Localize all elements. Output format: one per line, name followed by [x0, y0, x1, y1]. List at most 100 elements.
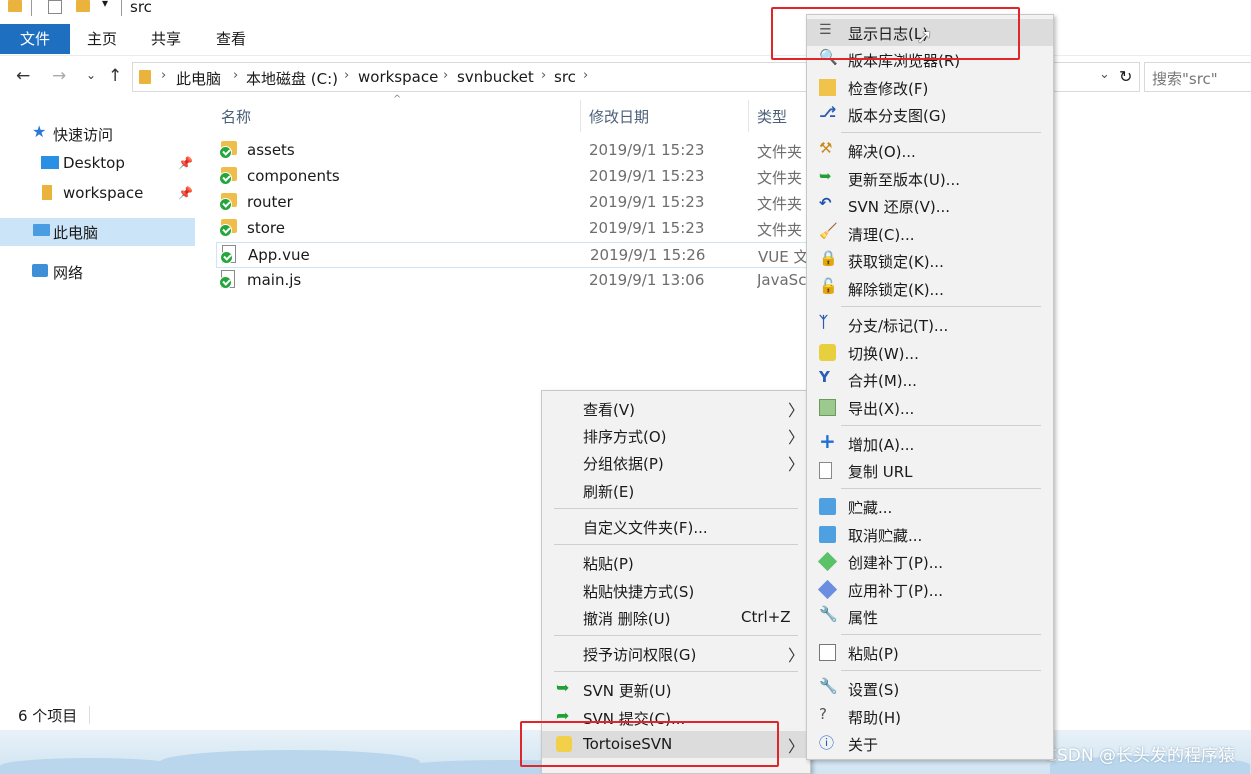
- chevron-right-icon: 〉: [788, 428, 805, 447]
- search-input[interactable]: 搜索"src": [1144, 62, 1251, 92]
- menu-item-refresh[interactable]: 刷新(E): [542, 477, 810, 504]
- sidebar-item-network[interactable]: 网络: [0, 258, 195, 286]
- menu-item-switch[interactable]: 切换(W)...: [807, 339, 1053, 366]
- file-row-store[interactable]: store 2019/9/1 15:23 文件夹: [216, 216, 816, 242]
- menu-item-label: 创建补丁(P)...: [848, 554, 944, 572]
- back-arrow-icon[interactable]: ←: [16, 66, 30, 86]
- menu-item-label: 属性: [848, 609, 879, 627]
- menu-item-label: 贮藏...: [848, 499, 893, 517]
- menu-item-view[interactable]: 查看(V) 〉: [542, 395, 810, 422]
- menu-item-unshelve[interactable]: 取消贮藏...: [807, 521, 1053, 548]
- menu-item-cleanup[interactable]: 🧹 清理(C)...: [807, 220, 1053, 247]
- menu-item-paste[interactable]: 粘贴(P): [807, 639, 1053, 666]
- column-header-name[interactable]: 名称: [221, 106, 251, 127]
- recent-locations-icon[interactable]: ⌄: [86, 68, 96, 82]
- forward-arrow-icon[interactable]: →: [52, 66, 66, 86]
- chevron-down-icon[interactable]: ▾: [102, 0, 108, 10]
- chevron-right-icon[interactable]: ›: [344, 68, 349, 83]
- pin-icon[interactable]: 📌: [178, 186, 193, 200]
- breadcrumb-this-pc[interactable]: 此电脑: [176, 68, 221, 89]
- properties-checkbox-icon[interactable]: [48, 0, 62, 14]
- svn-update-icon: ➥: [556, 678, 570, 697]
- menu-item-release-lock[interactable]: 🔓 解除锁定(K)...: [807, 275, 1053, 302]
- file-row-main-js[interactable]: main.js 2019/9/1 13:06 JavaSc: [216, 268, 816, 294]
- file-row-router[interactable]: router 2019/9/1 15:23 文件夹: [216, 190, 816, 216]
- menu-item-apply-patch[interactable]: 应用补丁(P)...: [807, 576, 1053, 603]
- column-divider[interactable]: [580, 100, 581, 132]
- menu-separator: [554, 635, 798, 636]
- folder-icon: [139, 70, 151, 84]
- menu-item-undo-delete[interactable]: 撤消 删除(U) Ctrl+Z: [542, 604, 810, 631]
- breadcrumb-svnbucket[interactable]: svnbucket: [457, 68, 534, 86]
- switch-icon: [819, 344, 836, 361]
- navigation-pane: ★ 快速访问 Desktop 📌 workspace 📌 此电脑 网络: [0, 100, 200, 700]
- menu-item-resolve[interactable]: ⚒ 解决(O)...: [807, 137, 1053, 164]
- menu-item-create-patch[interactable]: 创建补丁(P)...: [807, 548, 1053, 575]
- menu-item-shelve[interactable]: 贮藏...: [807, 493, 1053, 520]
- file-row-assets[interactable]: assets 2019/9/1 15:23 文件夹: [216, 138, 816, 164]
- menu-item-revert[interactable]: ↶ SVN 还原(V)...: [807, 192, 1053, 219]
- chevron-right-icon[interactable]: ›: [233, 68, 238, 83]
- address-dropdown-icon[interactable]: ⌄: [1099, 67, 1110, 82]
- breadcrumb-local-disk[interactable]: 本地磁盘 (C:): [246, 68, 338, 89]
- menu-item-paste[interactable]: 粘贴(P): [542, 549, 810, 576]
- chevron-right-icon[interactable]: ›: [161, 68, 166, 83]
- menu-item-svn-update[interactable]: ➥ SVN 更新(U): [542, 676, 810, 703]
- pin-icon[interactable]: 📌: [178, 156, 193, 170]
- menu-item-export[interactable]: 导出(X)...: [807, 394, 1053, 421]
- sidebar-item-desktop[interactable]: Desktop 📌: [0, 150, 195, 178]
- menu-item-help[interactable]: ? 帮助(H): [807, 703, 1053, 730]
- menu-item-label: 应用补丁(P)...: [848, 582, 944, 600]
- chevron-right-icon[interactable]: ›: [583, 68, 588, 83]
- menu-item-label: 撤消 删除(U): [583, 610, 671, 628]
- menu-item-check-modifications[interactable]: 检查修改(F): [807, 74, 1053, 101]
- chevron-right-icon[interactable]: ›: [443, 68, 448, 83]
- sidebar-item-label: 此电脑: [53, 224, 99, 242]
- menu-item-paste-shortcut[interactable]: 粘贴快捷方式(S): [542, 577, 810, 604]
- folder-icon: [8, 0, 22, 12]
- menu-item-revision-graph[interactable]: ⎇ 版本分支图(G): [807, 101, 1053, 128]
- refresh-icon[interactable]: ↻: [1119, 67, 1132, 86]
- sidebar-item-this-pc[interactable]: 此电脑: [0, 218, 195, 246]
- menu-item-label: 解除锁定(K)...: [848, 281, 944, 299]
- svn-commit-icon: ➦: [556, 706, 570, 725]
- tab-home[interactable]: 主页: [80, 24, 124, 54]
- new-folder-icon[interactable]: [76, 0, 90, 12]
- column-header-type[interactable]: 类型: [757, 106, 787, 127]
- tab-share[interactable]: 共享: [144, 24, 188, 54]
- lock-icon: 🔒: [819, 249, 838, 267]
- cloud-decoration: [160, 750, 420, 774]
- menu-item-label: 增加(A)...: [848, 436, 915, 454]
- chevron-right-icon[interactable]: ›: [541, 68, 546, 83]
- menu-item-add[interactable]: + 增加(A)...: [807, 429, 1053, 457]
- menu-item-about[interactable]: ⓘ 关于: [807, 730, 1053, 757]
- up-arrow-icon[interactable]: ↑: [108, 66, 122, 86]
- file-row-app-vue[interactable]: App.vue 2019/9/1 15:26 VUE 文: [216, 242, 816, 268]
- svn-normal-overlay-icon: [219, 172, 232, 185]
- menu-item-copy-url[interactable]: 复制 URL: [807, 457, 1053, 484]
- menu-item-properties[interactable]: 🔧 属性: [807, 603, 1053, 630]
- tab-file[interactable]: 文件: [0, 24, 70, 54]
- file-type: 文件夹: [757, 143, 803, 161]
- sidebar-item-workspace[interactable]: workspace 📌: [0, 180, 195, 208]
- menu-item-label: 排序方式(O): [583, 428, 667, 446]
- menu-item-give-access[interactable]: 授予访问权限(G) 〉: [542, 640, 810, 667]
- menu-item-branch-tag[interactable]: ᛉ 分支/标记(T)...: [807, 311, 1053, 338]
- menu-item-customize-folder[interactable]: 自定义文件夹(F)...: [542, 513, 810, 540]
- menu-item-group-by[interactable]: 分组依据(P) 〉: [542, 449, 810, 476]
- menu-item-update-to-revision[interactable]: ➥ 更新至版本(U)...: [807, 165, 1053, 192]
- menu-item-label: 帮助(H): [848, 709, 901, 727]
- column-divider[interactable]: [748, 100, 749, 132]
- tab-view[interactable]: 查看: [209, 24, 253, 54]
- menu-item-sort-by[interactable]: 排序方式(O) 〉: [542, 422, 810, 449]
- menu-item-label: 自定义文件夹(F)...: [583, 519, 708, 537]
- file-row-components[interactable]: components 2019/9/1 15:23 文件夹: [216, 164, 816, 190]
- sidebar-item-quick-access[interactable]: ★ 快速访问: [0, 120, 195, 148]
- file-date: 2019/9/1 15:23: [589, 167, 705, 185]
- menu-item-get-lock[interactable]: 🔒 获取锁定(K)...: [807, 247, 1053, 274]
- menu-item-merge[interactable]: Y 合并(M)...: [807, 366, 1053, 393]
- column-header-date[interactable]: 修改日期: [589, 106, 649, 127]
- menu-item-settings[interactable]: 🔧 设置(S): [807, 675, 1053, 702]
- breadcrumb-workspace[interactable]: workspace: [358, 68, 438, 86]
- breadcrumb-src[interactable]: src: [554, 68, 576, 86]
